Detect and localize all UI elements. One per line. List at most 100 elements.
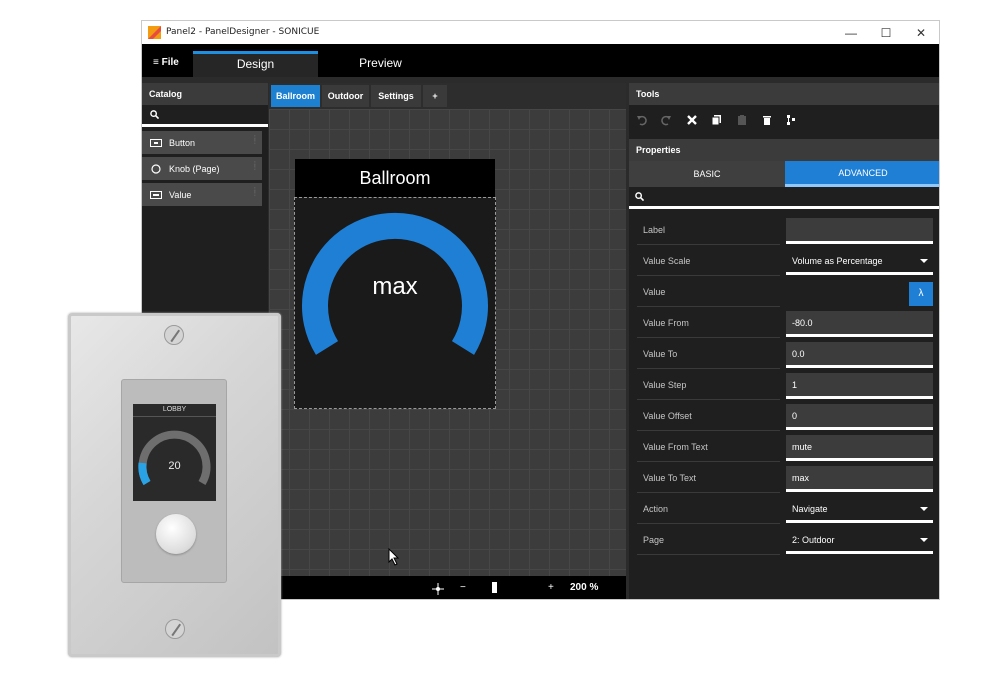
mouse-cursor-icon bbox=[388, 548, 400, 566]
tools-toolbar bbox=[629, 105, 939, 135]
circle-icon bbox=[151, 163, 161, 174]
property-label-text: Value Step bbox=[637, 372, 780, 400]
search-icon bbox=[150, 110, 159, 119]
redo-icon[interactable] bbox=[655, 109, 677, 131]
catalog-item-label: Knob (Page) bbox=[169, 163, 220, 174]
tab-ballroom[interactable]: Ballroom bbox=[271, 85, 320, 107]
property-value-from: Value From -80.0 bbox=[629, 310, 939, 341]
undo-icon[interactable] bbox=[631, 109, 653, 131]
move-icon[interactable] bbox=[432, 583, 444, 595]
property-label-text: Value To bbox=[637, 341, 780, 369]
title-bar: Panel2 - PanelDesigner - SONICUE — ☐ ✕ bbox=[142, 21, 939, 44]
device-push-button bbox=[156, 514, 196, 554]
catalog-list: Button ⁞ ⁞ Knob (Page) ⁞ ⁞ Value ⁞ ⁞ bbox=[142, 131, 268, 206]
property-label-text: Label bbox=[637, 217, 780, 245]
property-label-text: Page bbox=[637, 527, 780, 555]
device-knob-value: 20 bbox=[168, 460, 181, 472]
properties-tabs: BASIC ADVANCED bbox=[629, 161, 939, 187]
property-action: Action Navigate bbox=[629, 496, 939, 527]
device-frame: LOBBY 20 bbox=[121, 379, 227, 583]
tab-outdoor[interactable]: Outdoor bbox=[322, 85, 369, 107]
select-value: Volume as Percentage bbox=[792, 256, 883, 266]
value-icon bbox=[150, 190, 162, 199]
catalog-header: Catalog bbox=[142, 83, 268, 105]
tools-properties-panel: Tools Properties BASIC ADVANCED Label Va… bbox=[629, 83, 939, 599]
value-scale-select[interactable]: Volume as Percentage bbox=[786, 249, 933, 275]
maximize-button[interactable]: ☐ bbox=[871, 24, 901, 42]
property-value-from-text: Value From Text mute bbox=[629, 434, 939, 465]
action-select[interactable]: Navigate bbox=[786, 497, 933, 523]
property-page: Page 2: Outdoor bbox=[629, 527, 939, 558]
value-step-field[interactable]: 1 bbox=[786, 373, 933, 399]
value-from-text-field[interactable]: mute bbox=[786, 435, 933, 461]
property-label-text: Action bbox=[637, 496, 780, 524]
property-label: Label bbox=[629, 217, 939, 248]
tab-advanced[interactable]: ADVANCED bbox=[785, 161, 939, 187]
app-logo-icon bbox=[148, 26, 161, 39]
properties-list: Label Value Scale Volume as Percentage V… bbox=[629, 217, 939, 558]
knob-arc bbox=[302, 212, 488, 355]
zoom-out-button[interactable]: − bbox=[460, 582, 466, 593]
align-icon[interactable] bbox=[780, 109, 802, 131]
drag-handle-icon[interactable]: ⁞ ⁞ bbox=[254, 135, 256, 146]
tools-header: Tools bbox=[629, 83, 939, 105]
delete-icon[interactable] bbox=[681, 109, 703, 131]
design-canvas[interactable]: Ballroom max bbox=[269, 109, 626, 576]
value-to-text-field[interactable]: max bbox=[786, 466, 933, 492]
catalog-item-button[interactable]: Button ⁞ ⁞ bbox=[142, 131, 262, 154]
catalog-item-value[interactable]: Value ⁞ ⁞ bbox=[142, 183, 262, 206]
device-knob-arc bbox=[138, 430, 211, 486]
lambda-button[interactable]: λ bbox=[909, 282, 933, 306]
button-icon bbox=[150, 138, 162, 147]
minimize-button[interactable]: — bbox=[836, 24, 866, 42]
tab-design[interactable]: Design bbox=[193, 51, 318, 77]
add-page-button[interactable]: + bbox=[423, 85, 447, 107]
property-label-text: Value To Text bbox=[637, 465, 780, 493]
value-to-field[interactable]: 0.0 bbox=[786, 342, 933, 368]
zoom-in-button[interactable]: + bbox=[548, 582, 554, 593]
menu-bar: ≡ File Design Preview bbox=[142, 44, 939, 77]
property-label-text: Value From bbox=[637, 310, 780, 338]
drag-handle-icon[interactable]: ⁞ ⁞ bbox=[254, 187, 256, 198]
device-screen: LOBBY 20 bbox=[133, 404, 216, 501]
page-tabs: Ballroom Outdoor Settings + bbox=[269, 83, 626, 109]
select-value: 2: Outdoor bbox=[792, 535, 835, 545]
label-field[interactable] bbox=[786, 218, 933, 244]
chevron-down-icon bbox=[920, 507, 928, 511]
tab-basic[interactable]: BASIC bbox=[629, 161, 785, 187]
knob-widget[interactable]: max bbox=[294, 197, 496, 409]
property-value-scale: Value Scale Volume as Percentage bbox=[629, 248, 939, 279]
property-value-to-text: Value To Text max bbox=[629, 465, 939, 496]
catalog-search-input[interactable] bbox=[142, 105, 268, 127]
search-icon bbox=[635, 192, 644, 201]
property-label-text: Value From Text bbox=[637, 434, 780, 462]
copy-icon[interactable] bbox=[706, 109, 728, 131]
tab-preview[interactable]: Preview bbox=[318, 51, 443, 77]
zoom-level: 200 % bbox=[570, 582, 599, 593]
page-title-header[interactable]: Ballroom bbox=[295, 159, 495, 197]
close-button[interactable]: ✕ bbox=[906, 24, 936, 42]
knob-value-text: max bbox=[372, 273, 418, 300]
select-value: Navigate bbox=[792, 504, 828, 514]
properties-search-input[interactable] bbox=[629, 187, 939, 209]
property-value: Value λ bbox=[629, 279, 939, 310]
wall-plate-device-image: LOBBY 20 bbox=[68, 313, 281, 657]
trash-icon[interactable] bbox=[756, 109, 778, 131]
value-from-field[interactable]: -80.0 bbox=[786, 311, 933, 337]
screw-icon bbox=[165, 619, 185, 639]
property-label-text: Value Offset bbox=[637, 403, 780, 431]
chevron-down-icon bbox=[920, 538, 928, 542]
catalog-item-knob-page[interactable]: Knob (Page) ⁞ ⁞ bbox=[142, 157, 262, 180]
drag-handle-icon[interactable]: ⁞ ⁞ bbox=[254, 161, 256, 172]
canvas-status-bar: − + 200 % bbox=[269, 576, 626, 599]
property-value-step: Value Step 1 bbox=[629, 372, 939, 403]
catalog-item-label: Button bbox=[169, 137, 196, 148]
tab-settings[interactable]: Settings bbox=[371, 85, 421, 107]
paste-icon[interactable] bbox=[731, 109, 753, 131]
window-title: Panel2 - PanelDesigner - SONICUE bbox=[166, 27, 320, 37]
file-menu[interactable]: ≡ File bbox=[153, 57, 179, 68]
page-select[interactable]: 2: Outdoor bbox=[786, 528, 933, 554]
property-value-to: Value To 0.0 bbox=[629, 341, 939, 372]
zoom-slider-thumb[interactable] bbox=[492, 582, 497, 593]
value-offset-field[interactable]: 0 bbox=[786, 404, 933, 430]
